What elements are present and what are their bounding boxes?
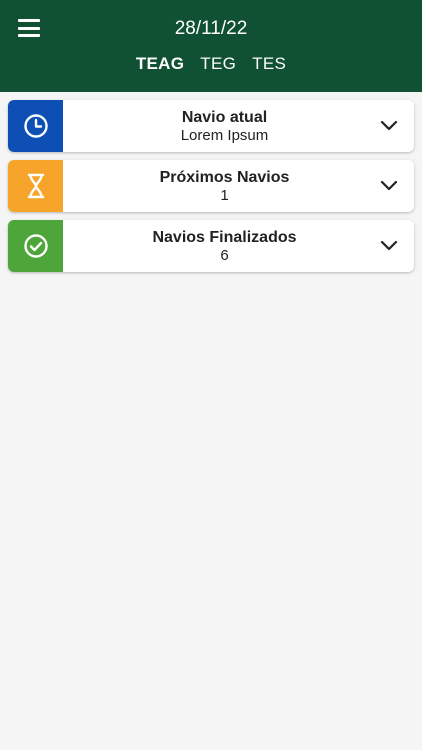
- card-navio-atual[interactable]: Navio atual Lorem Ipsum: [8, 100, 414, 152]
- card-icon-box: [8, 100, 63, 152]
- card-icon-box: [8, 160, 63, 212]
- card-subtitle: 1: [220, 186, 229, 204]
- card-title: Navio atual: [181, 108, 268, 126]
- card-body: Próximos Navios 1: [63, 160, 364, 212]
- card-navios-finalizados[interactable]: Navios Finalizados 6: [8, 220, 414, 272]
- card-body: Navios Finalizados 6: [63, 220, 364, 272]
- chevron-down-icon[interactable]: [364, 220, 414, 272]
- clock-icon: [23, 114, 48, 138]
- tab-teg[interactable]: TEG: [200, 54, 236, 74]
- card-body: Navio atual Lorem Ipsum: [63, 100, 364, 152]
- hourglass-icon: [27, 173, 44, 199]
- card-title: Navios Finalizados: [152, 228, 297, 246]
- card-subtitle: Lorem Ipsum: [180, 126, 269, 144]
- header-bar: 28/11/22 TEAG TEG TES: [0, 0, 422, 92]
- tab-tes[interactable]: TES: [252, 54, 286, 74]
- card-icon-box: [8, 220, 63, 272]
- chevron-down-icon[interactable]: [364, 100, 414, 152]
- app-screen: 28/11/22 TEAG TEG TES Navio atual Lorem …: [0, 0, 422, 750]
- ship-sections: Navio atual Lorem Ipsum Próximos Navios …: [8, 100, 414, 272]
- tab-teag[interactable]: TEAG: [136, 54, 184, 74]
- card-title: Próximos Navios: [159, 168, 290, 186]
- chevron-down-icon[interactable]: [364, 160, 414, 212]
- card-proximos-navios[interactable]: Próximos Navios 1: [8, 160, 414, 212]
- check-circle-icon: [23, 234, 48, 258]
- terminal-tabs: TEAG TEG TES: [0, 54, 422, 74]
- current-date: 28/11/22: [174, 18, 248, 39]
- card-subtitle: 6: [220, 246, 229, 264]
